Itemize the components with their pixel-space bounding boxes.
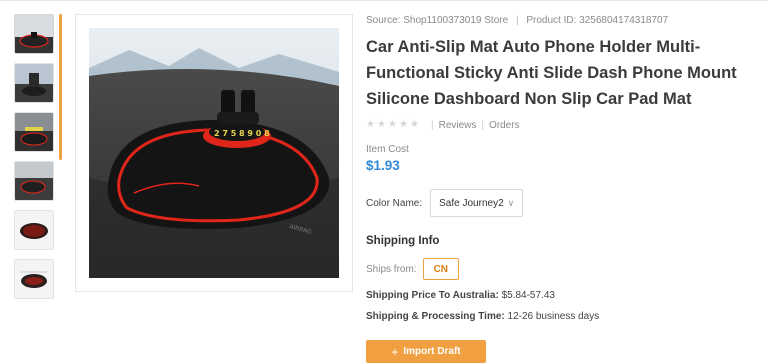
product-id-label: Product ID: — [526, 15, 580, 26]
separator: | — [481, 119, 485, 131]
product-info-panel: Source: Shop1100373019 Store | Product I… — [366, 14, 756, 363]
source-line: Source: Shop1100373019 Store | Product I… — [366, 14, 756, 28]
star-icon: ★ — [410, 119, 419, 130]
star-rating: ★ ★ ★ ★ ★ — [366, 120, 420, 130]
product-title: Car Anti-Slip Mat Auto Phone Holder Mult… — [366, 38, 737, 108]
plus-icon: + — [391, 344, 399, 359]
separator: | — [515, 15, 519, 26]
processing-time-line: Shipping & Processing Time: 12-26 busine… — [366, 311, 756, 322]
top-divider — [0, 0, 768, 1]
product-photo: 2 7 5 8 9 0 8 AIRBAG — [89, 28, 339, 278]
thumbnail-4[interactable] — [14, 161, 54, 201]
ships-from-label: Ships from: — [366, 263, 417, 275]
shipping-price-line: Shipping Price To Australia: $5.84-57.43 — [366, 290, 756, 301]
thumbnail-2[interactable] — [14, 63, 54, 103]
ships-from-row: Ships from: CN — [366, 258, 756, 280]
color-name-label: Color Name: — [366, 197, 423, 209]
orders-link[interactable]: Orders — [489, 120, 520, 131]
shipping-price-label: Shipping Price To Australia: — [366, 290, 502, 301]
thumbnail-1[interactable] — [14, 14, 54, 54]
processing-time-value: 12-26 business days — [507, 311, 600, 322]
star-icon: ★ — [399, 119, 408, 130]
rating-line: ★ ★ ★ ★ ★ | Reviews | Orders — [366, 118, 756, 132]
product-id-value: 3256804174318707 — [579, 15, 669, 26]
star-icon: ★ — [366, 119, 375, 130]
phone-number-digits: 2 7 5 8 9 0 8 — [214, 129, 270, 138]
main-product-image: 2 7 5 8 9 0 8 AIRBAG — [75, 14, 353, 292]
star-icon: ★ — [377, 119, 386, 130]
chevron-down-icon: ∨ — [507, 197, 515, 208]
store-link[interactable]: Shop1100373019 Store — [403, 15, 508, 26]
source-label: Source: — [366, 15, 404, 26]
scrollbar-thumb[interactable] — [59, 14, 62, 160]
color-row: Color Name: Safe Journey2 ∨ — [366, 189, 756, 217]
thumbnail-strip — [14, 14, 56, 308]
star-icon: ★ — [388, 119, 397, 130]
separator: | — [431, 119, 434, 131]
thumbnail-scrollbar[interactable] — [59, 14, 62, 292]
reviews-link[interactable]: Reviews — [439, 120, 477, 131]
shipping-price-value: $5.84-57.43 — [501, 290, 555, 301]
ships-from-option[interactable]: CN — [422, 258, 460, 280]
thumbnail-3[interactable] — [14, 112, 54, 152]
shipping-info-title: Shipping Info — [366, 235, 440, 247]
import-draft-label: Import Draft — [403, 346, 461, 357]
item-cost-label: Item Cost — [366, 144, 409, 155]
item-cost-value: $1.93 — [366, 158, 400, 173]
thumbnail-6[interactable] — [14, 259, 54, 299]
thumbnail-5[interactable] — [14, 210, 54, 250]
color-select[interactable]: Safe Journey2 ∨ — [430, 189, 524, 217]
import-draft-button[interactable]: + Import Draft — [366, 340, 486, 363]
color-selected-value: Safe Journey2 — [439, 197, 504, 209]
processing-time-label: Shipping & Processing Time: — [366, 311, 508, 322]
